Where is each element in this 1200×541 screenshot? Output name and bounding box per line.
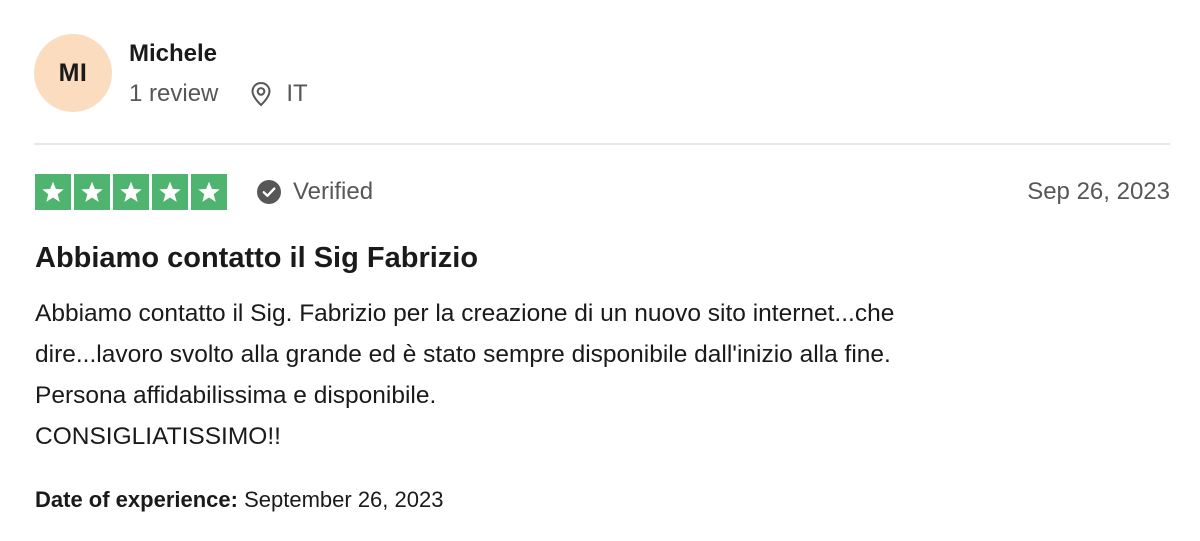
- review-body-line: dire...lavoro svolto alla grande ed è st…: [35, 341, 891, 368]
- verified-badge[interactable]: Verified: [257, 178, 373, 206]
- review-body-line: CONSIGLIATISSIMO!!: [35, 423, 281, 450]
- verified-label: Verified: [293, 177, 374, 205]
- review-date: Sep 26, 2023: [1027, 177, 1170, 205]
- review-count: 1 review: [129, 80, 219, 107]
- star-icon: [113, 173, 149, 210]
- rating-row: Verified Sep 26, 2023: [35, 173, 1170, 210]
- star-icon: [74, 173, 110, 210]
- reviewer-country: IT: [286, 80, 308, 107]
- reviewer-info: Michele 1 review IT: [129, 39, 308, 109]
- star-icon: [35, 173, 71, 210]
- star-icon: [191, 173, 227, 210]
- reviewer-meta: 1 review IT: [129, 79, 308, 109]
- star-rating: [35, 173, 227, 210]
- review-title[interactable]: Abbiamo contatto il Sig Fabrizio: [35, 240, 478, 276]
- review-card: MI Michele 1 review IT Verified Sep 26, …: [0, 0, 1200, 541]
- review-body-line: Abbiamo contatto il Sig. Fabrizio per la…: [35, 300, 895, 327]
- experience-label: Date of experience:: [35, 487, 238, 512]
- location-pin-icon: [250, 81, 272, 107]
- review-body: Abbiamo contatto il Sig. Fabrizio per la…: [35, 293, 1165, 457]
- date-of-experience: Date of experience: September 26, 2023: [35, 485, 443, 515]
- reviewer-header: MI Michele 1 review IT: [34, 34, 308, 112]
- check-circle-icon: [257, 179, 281, 204]
- review-body-line: Persona affidabilissima e disponibile.: [35, 382, 437, 409]
- reviewer-name[interactable]: Michele: [129, 39, 308, 69]
- experience-value: September 26, 2023: [244, 487, 444, 512]
- avatar[interactable]: MI: [34, 34, 112, 112]
- divider: [34, 143, 1170, 145]
- star-icon: [152, 173, 188, 210]
